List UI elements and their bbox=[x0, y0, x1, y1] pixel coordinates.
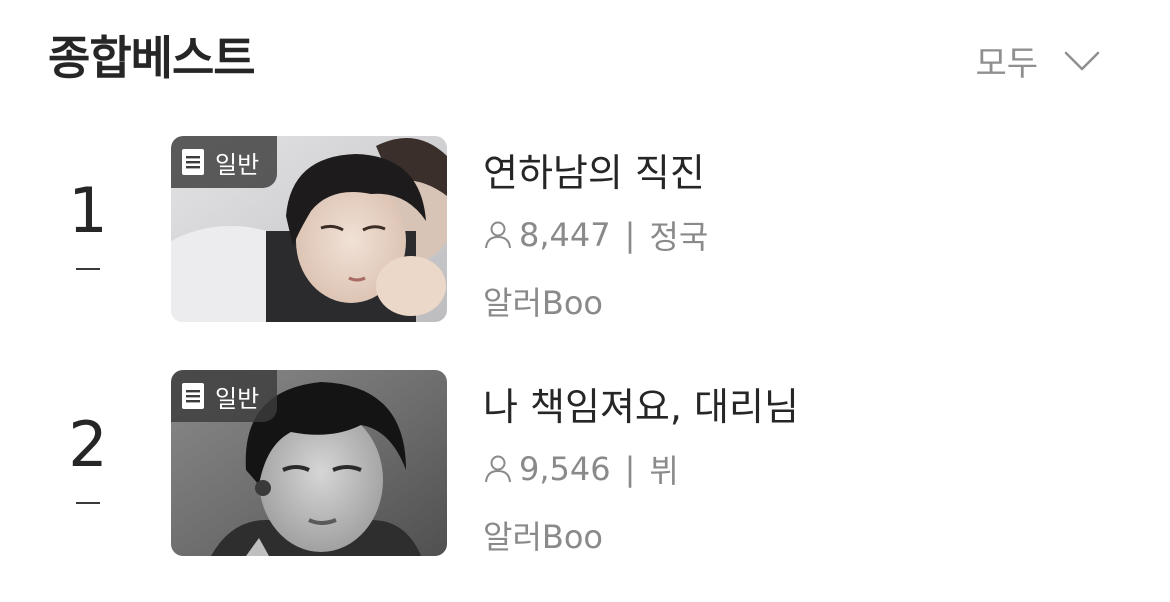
document-icon bbox=[182, 383, 204, 409]
character-name: 뷔 bbox=[649, 452, 679, 490]
chevron-down-icon bbox=[1064, 51, 1100, 70]
filter-label: 모두 bbox=[975, 44, 1038, 84]
author-name[interactable]: 알러Boo bbox=[483, 278, 603, 324]
category-badge: 일반 bbox=[171, 370, 278, 422]
rank-box: 2 bbox=[48, 368, 128, 556]
section-title: 종합베스트 bbox=[48, 31, 256, 85]
filter-dropdown[interactable]: 모두 bbox=[975, 36, 1100, 85]
author-name[interactable]: 알러Boo bbox=[483, 512, 603, 558]
section-header: 종합베스트 모두 bbox=[0, 0, 1170, 110]
meta-separator: | bbox=[624, 450, 636, 488]
item-title[interactable]: 나 책임져요, 대리님 bbox=[483, 376, 799, 431]
rank-no-change-dash bbox=[76, 502, 100, 504]
item-meta: 8,447 | 정국 bbox=[483, 212, 708, 258]
rank-number: 1 bbox=[68, 174, 108, 247]
category-badge: 일반 bbox=[171, 136, 278, 188]
best-list: 1 일반 연하남의 직진 8,447 | 정국 알러Boo 2 일반 나 책임져… bbox=[0, 134, 1170, 602]
person-icon bbox=[485, 221, 511, 249]
person-icon bbox=[485, 455, 511, 483]
document-icon bbox=[182, 149, 204, 175]
character-name: 정국 bbox=[649, 218, 709, 256]
list-item[interactable]: 2 일반 나 책임져요, 대리님 9,546 | 뷔 알러Boo bbox=[0, 368, 1170, 602]
rank-no-change-dash bbox=[76, 268, 100, 270]
item-meta: 9,546 | 뷔 bbox=[483, 446, 679, 492]
view-count: 8,447 bbox=[519, 216, 611, 254]
cover-thumbnail[interactable]: 일반 bbox=[171, 136, 447, 322]
list-item[interactable]: 1 일반 연하남의 직진 8,447 | 정국 알러Boo bbox=[0, 134, 1170, 368]
rank-number: 2 bbox=[68, 408, 108, 481]
item-title[interactable]: 연하남의 직진 bbox=[483, 142, 705, 197]
cover-thumbnail[interactable]: 일반 bbox=[171, 370, 447, 556]
view-count: 9,546 bbox=[519, 450, 611, 488]
badge-label: 일반 bbox=[215, 384, 260, 413]
rank-box: 1 bbox=[48, 134, 128, 322]
meta-separator: | bbox=[624, 216, 636, 254]
badge-label: 일반 bbox=[215, 150, 260, 179]
